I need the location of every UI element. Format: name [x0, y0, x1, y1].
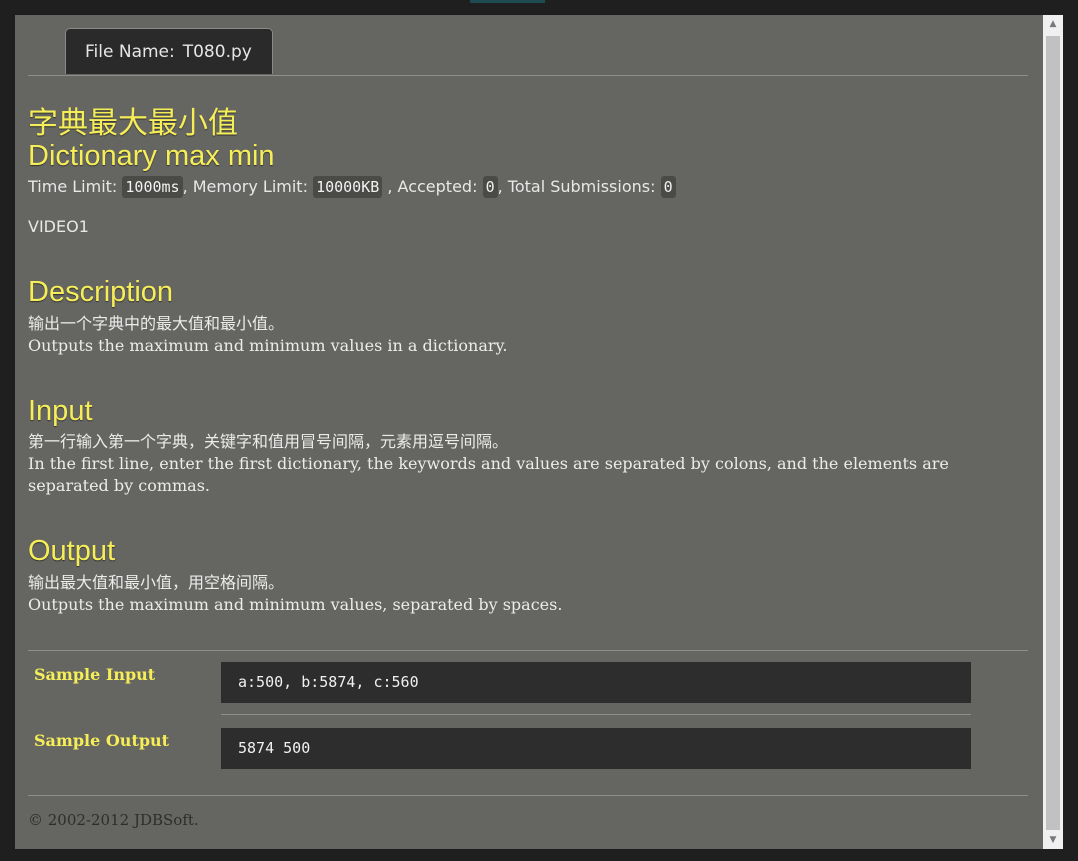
tab-divider	[28, 75, 1028, 76]
window-frame: File Name: T080.py 字典最大最小值 Dictionary max…	[0, 0, 1078, 861]
time-limit-label: Time Limit:	[28, 177, 118, 196]
description-text: 输出一个字典中的最大值和最小值。 Outputs the maximum and…	[28, 313, 1013, 357]
output-text: 输出最大值和最小值，用空格间隔。 Outputs the maximum and…	[28, 572, 1013, 616]
top-edge-highlight	[470, 0, 545, 3]
description-heading: Description	[28, 276, 174, 308]
input-zh: 第一行输入第一个字典，关键字和值用冒号间隔，元素用逗号间隔。	[28, 432, 509, 451]
problem-panel: File Name: T080.py 字典最大最小值 Dictionary max…	[15, 15, 1043, 849]
vertical-scrollbar[interactable]: ▲ ▼	[1043, 15, 1063, 849]
description-en: Outputs the maximum and minimum values i…	[28, 336, 508, 355]
input-text: 第一行输入第一个字典，关键字和值用冒号间隔，元素用逗号间隔。 In the fi…	[28, 431, 1013, 497]
sample-input-label: Sample Input	[34, 665, 156, 684]
scroll-down-arrow-icon[interactable]: ▼	[1043, 831, 1063, 849]
submissions-value: 0	[660, 176, 676, 198]
sample-input-box[interactable]: a:500, b:5874, c:560	[221, 662, 971, 703]
tab-file-name[interactable]: File Name: T080.py	[65, 28, 273, 74]
problem-limits: Time Limit: 1000ms, Memory Limit: 10000K…	[28, 175, 676, 199]
memory-limit-value: 10000KB	[313, 176, 383, 198]
page-title-zh: 字典最大最小值	[28, 106, 238, 141]
samples-divider	[28, 650, 1028, 651]
tab-filename: T080.py	[182, 42, 252, 62]
page-title-en: Dictionary max min	[28, 140, 275, 172]
footer-divider	[28, 795, 1028, 796]
time-limit-value: 1000ms	[122, 176, 183, 198]
scrollbar-thumb[interactable]	[1046, 36, 1060, 830]
accepted-label: , Accepted:	[387, 177, 478, 196]
tab-label: File Name:	[85, 42, 175, 62]
output-en: Outputs the maximum and minimum values, …	[28, 595, 563, 614]
output-heading: Output	[28, 535, 116, 567]
sample-output-label: Sample Output	[34, 731, 170, 750]
submissions-label: , Total Submissions:	[497, 177, 656, 196]
memory-limit-label: , Memory Limit:	[182, 177, 308, 196]
sample-separator	[221, 714, 971, 715]
input-en: In the first line, enter the first dicti…	[28, 454, 949, 495]
video-link[interactable]: VIDEO1	[28, 217, 89, 236]
sample-output-box[interactable]: 5874 500	[221, 728, 971, 769]
footer-copyright: © 2002-2012 JDBSoft.	[28, 811, 199, 829]
scroll-up-arrow-icon[interactable]: ▲	[1043, 15, 1063, 33]
output-zh: 输出最大值和最小值，用空格间隔。	[28, 573, 285, 592]
input-heading: Input	[28, 395, 93, 427]
accepted-value: 0	[482, 176, 498, 198]
description-zh: 输出一个字典中的最大值和最小值。	[28, 314, 285, 333]
